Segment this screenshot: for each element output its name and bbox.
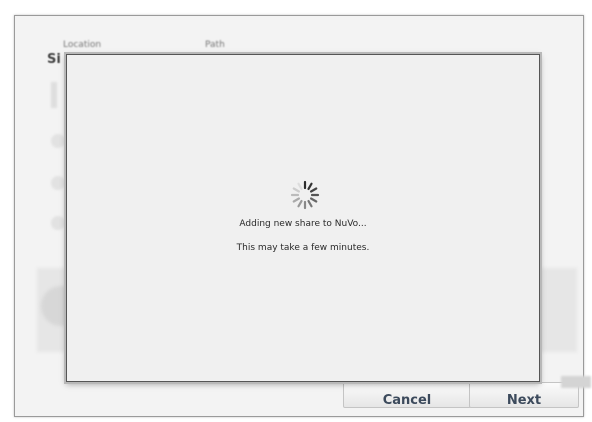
cancel-button[interactable]: Cancel (343, 382, 471, 408)
column-header-path: Path (205, 40, 225, 50)
wizard-heading: Si (47, 52, 61, 67)
screen: Location Path Si Cancel Next Adding new … (0, 0, 592, 422)
column-header-location: Location (63, 40, 102, 50)
progress-dialog: Adding new share to NuVo... This may tak… (66, 54, 540, 382)
obscured-input-field (51, 82, 57, 108)
obscured-radio-option (51, 216, 65, 230)
loading-spinner-icon (290, 180, 320, 210)
progress-submessage: This may take a few minutes. (236, 243, 370, 253)
obscured-radio-option (51, 134, 65, 148)
progress-message: Adding new share to NuVo... (239, 219, 367, 229)
obscured-control (561, 376, 591, 388)
obscured-radio-option (51, 176, 65, 190)
